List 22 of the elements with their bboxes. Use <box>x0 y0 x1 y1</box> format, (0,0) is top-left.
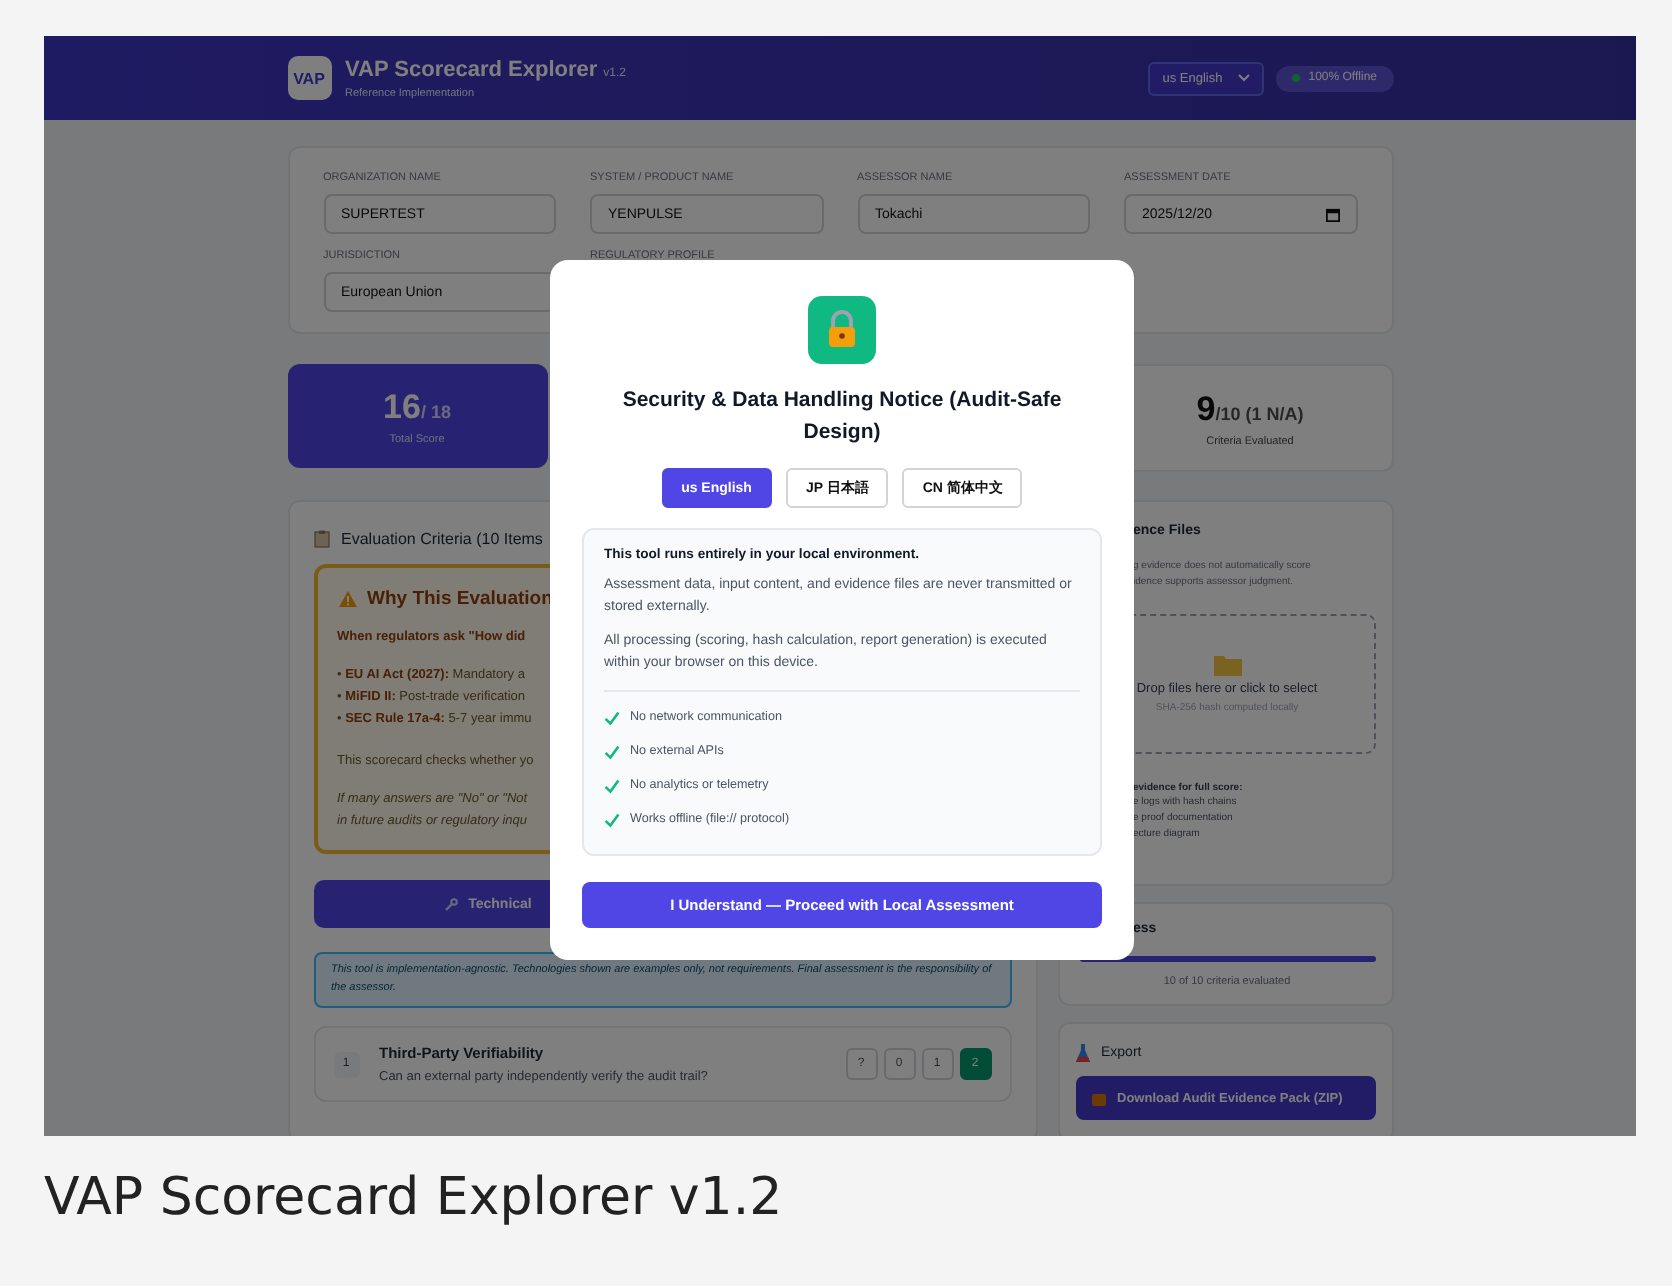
caption: VAP Scorecard Explorer v1.2 <box>44 1168 785 1228</box>
score-value: 16 <box>383 387 421 425</box>
check-icon <box>604 743 620 759</box>
check-icon <box>604 777 620 793</box>
calendar-icon <box>1325 207 1339 221</box>
check-icon <box>604 811 620 827</box>
warning-title: Why This Evaluation <box>367 588 553 610</box>
score-total: / 18 <box>420 401 451 421</box>
folder-icon <box>1213 654 1241 676</box>
score-value: 9 <box>1196 389 1216 427</box>
panel-title: Evaluation Criteria (10 Items <box>341 530 543 548</box>
flask-icon <box>1075 1044 1089 1062</box>
app-logo: VAP <box>287 56 331 100</box>
check-icon <box>604 709 620 725</box>
lock-icon <box>808 296 876 364</box>
score-total: /10 (1 N/A) <box>1215 403 1304 423</box>
app-title: VAP Scorecard Explorer <box>345 57 598 81</box>
warning-icon <box>337 590 357 608</box>
package-icon <box>1091 1091 1105 1105</box>
clipboard-icon <box>313 530 329 548</box>
chevron-icon <box>1238 74 1251 82</box>
dialog-title: Security & Data Handling Notice (Audit-Safe Design) <box>620 386 1064 448</box>
